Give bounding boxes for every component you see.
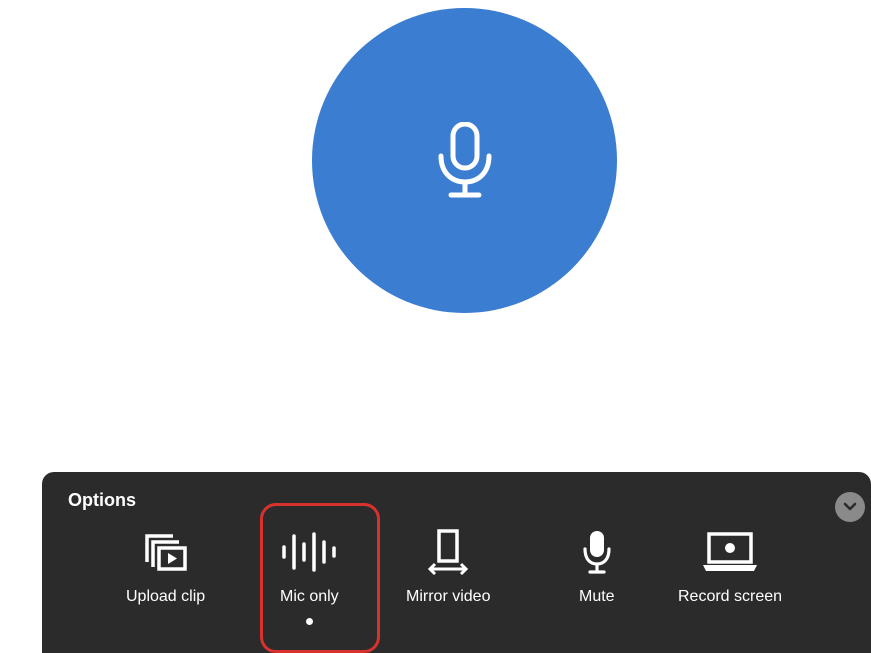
- option-record-screen[interactable]: Record screen: [678, 524, 782, 606]
- option-label: Mic only: [280, 588, 339, 605]
- mirror-video-icon: [428, 529, 469, 575]
- microphone-icon: [438, 121, 491, 197]
- mic-preview-circle: [312, 8, 617, 313]
- options-panel: Options Upload clip Mic only Mirror vide…: [42, 472, 871, 653]
- option-mirror-video[interactable]: Mirror video: [406, 524, 490, 606]
- recorder-stage: Options Upload clip Mic only Mirror vide…: [0, 0, 871, 653]
- option-label: Record screen: [678, 588, 783, 605]
- option-mic-only[interactable]: Mic only: [280, 524, 339, 625]
- options-title: Options: [68, 490, 136, 510]
- option-label: Upload clip: [126, 588, 206, 605]
- selected-indicator: [305, 618, 313, 625]
- option-mute[interactable]: Mute: [579, 524, 615, 606]
- option-label: Mute: [579, 588, 615, 605]
- upload-clip-icon: [144, 534, 187, 571]
- option-label: Mirror video: [406, 588, 491, 605]
- option-upload-clip[interactable]: Upload clip: [126, 524, 205, 606]
- record-screen-icon: [703, 532, 758, 571]
- collapse-options-button[interactable]: [835, 492, 865, 522]
- microphone-icon: [583, 531, 611, 574]
- chevron-down-icon: [843, 502, 857, 511]
- soundwave-icon: [282, 532, 337, 572]
